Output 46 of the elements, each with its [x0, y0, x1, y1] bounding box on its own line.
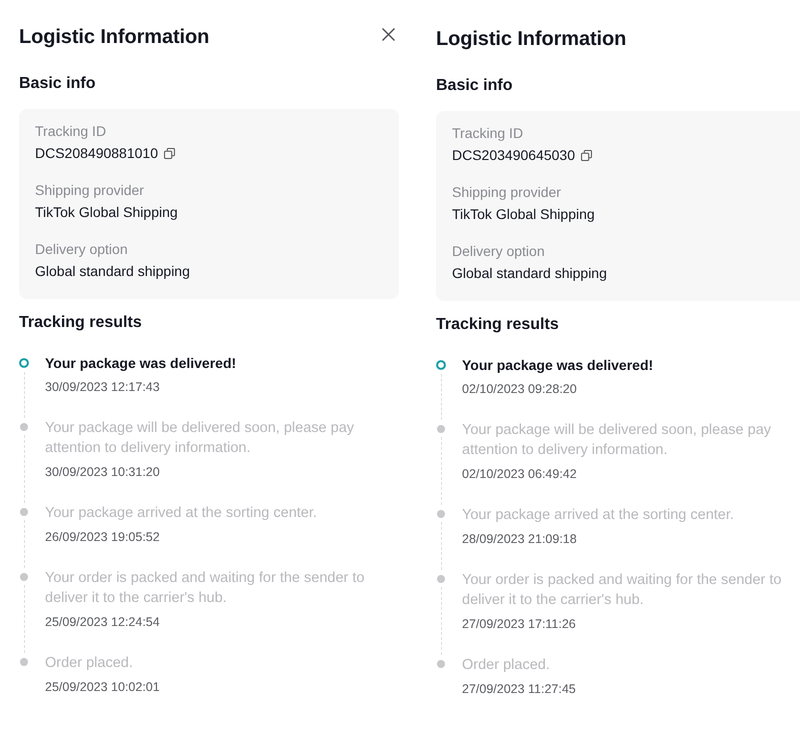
event-text: Your package will be delivered soon, please pay attention to delivery information.: [462, 421, 772, 460]
field-value: DCS203490645030: [452, 146, 575, 165]
panel-title: Logistic Information: [436, 27, 626, 52]
section-heading: Tracking results: [19, 313, 143, 333]
event-text: Your package was delivered!: [45, 354, 238, 373]
timeline-connector: [440, 522, 442, 570]
timeline-connector: [440, 437, 442, 505]
close-icon: [382, 28, 395, 40]
copy-icon[interactable]: [581, 150, 592, 160]
event-time: 30/09/2023 12:17:43: [45, 379, 161, 396]
section-heading: Basic info: [19, 74, 96, 94]
event-time: 02/10/2023 06:49:42: [462, 466, 578, 483]
event-text: Your package was delivered!: [462, 356, 654, 375]
timeline-connector: [440, 587, 442, 655]
event-time: 25/09/2023 12:24:54: [45, 614, 161, 631]
field-value: Global standard shipping: [35, 262, 190, 281]
event-text: Your order is packed and waiting for the sender to deliver it to the carrier's hub.: [462, 571, 782, 610]
event-text: Your package arrived at the sorting center.: [462, 506, 735, 525]
event-time: 25/09/2023 10:02:01: [45, 679, 161, 696]
event-text: Your package arrived at the sorting center.: [45, 504, 318, 523]
field-label: Tracking ID: [35, 122, 106, 140]
event-text: Your package will be delivered soon, please pay attention to delivery information.: [45, 419, 356, 458]
event-time: 30/09/2023 10:31:20: [45, 464, 161, 481]
event-text: Order placed.: [45, 654, 134, 673]
event-time: 02/10/2023 09:28:20: [462, 381, 578, 398]
panel-title: Logistic Information: [19, 25, 210, 50]
section-heading: Tracking results: [436, 315, 560, 335]
field-value: DCS208490881010: [35, 144, 158, 163]
field-label: Tracking ID: [452, 124, 524, 142]
field-label: Delivery option: [35, 240, 128, 258]
event-time: 26/09/2023 19:05:52: [45, 529, 161, 546]
event-text: Order placed.: [462, 656, 551, 675]
field-value: TikTok Global Shipping: [35, 203, 178, 222]
field-label: Delivery option: [452, 242, 545, 260]
field-value: TikTok Global Shipping: [452, 205, 595, 224]
event-time: 27/09/2023 17:11:26: [462, 616, 577, 633]
event-text: Your order is packed and waiting for the sender to deliver it to the carrier's hub.: [45, 569, 366, 608]
timeline-connector: [440, 374, 442, 420]
field-value: Global standard shipping: [452, 264, 607, 283]
event-time: 28/09/2023 21:09:18: [462, 531, 578, 548]
field-label: Shipping provider: [35, 181, 144, 199]
field-label: Shipping provider: [452, 183, 561, 201]
section-heading: Basic info: [436, 76, 514, 96]
close-button[interactable]: [382, 28, 395, 40]
copy-icon[interactable]: [164, 148, 175, 158]
event-time: 27/09/2023 11:27:45: [462, 681, 577, 698]
